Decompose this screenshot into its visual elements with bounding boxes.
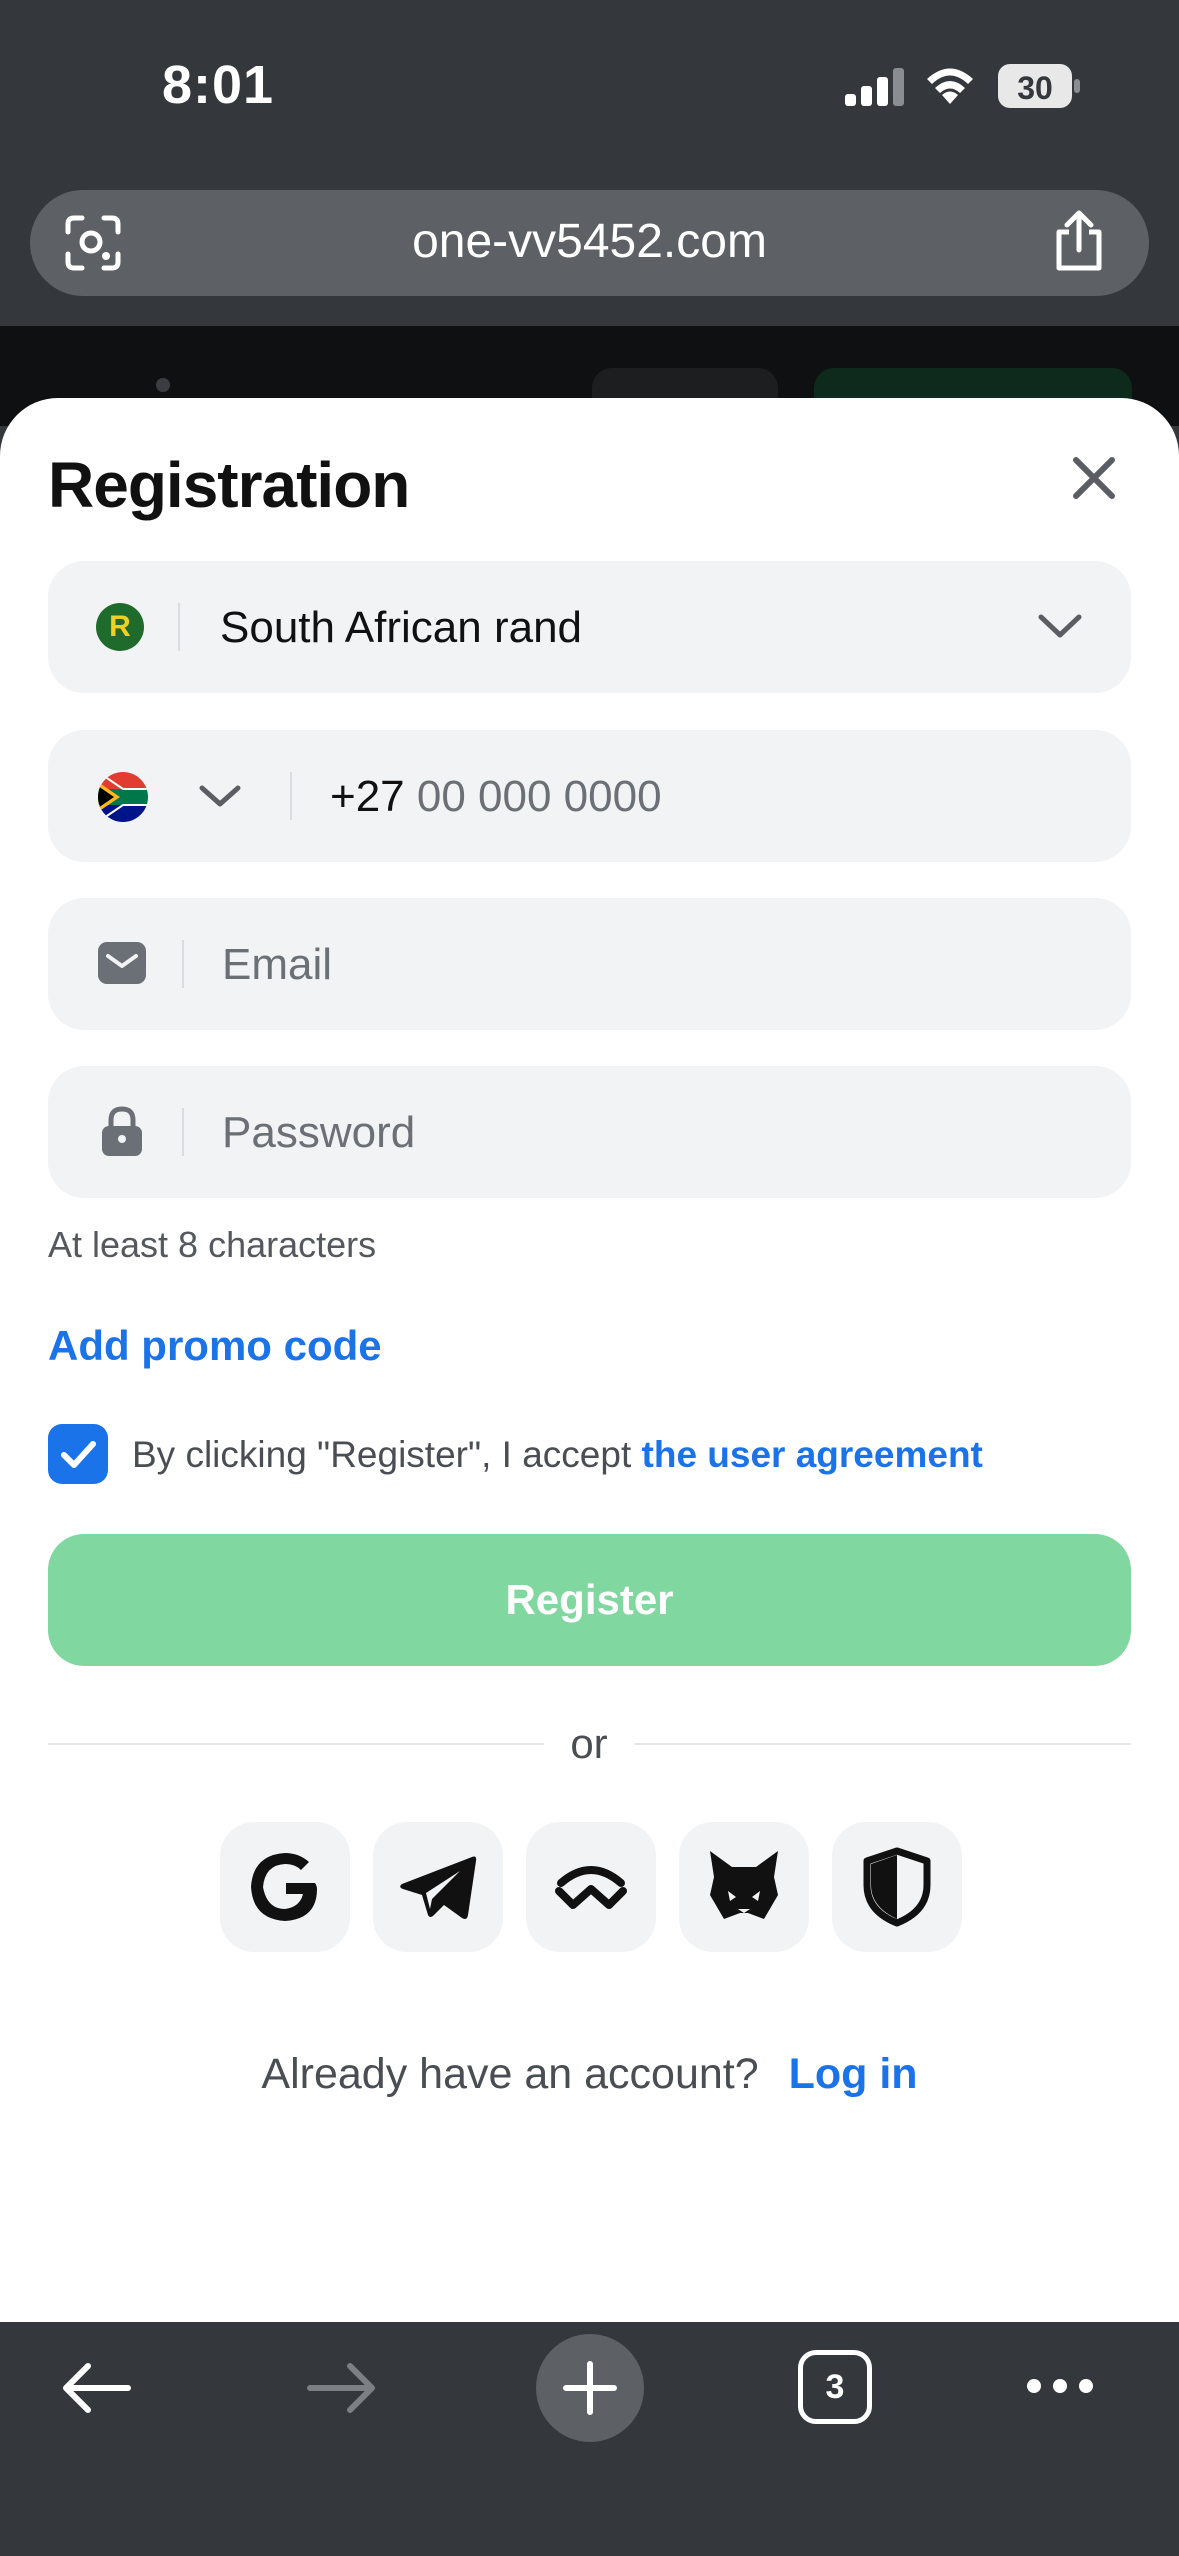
field-divider bbox=[178, 603, 180, 651]
phone-placeholder: 00 000 0000 bbox=[416, 772, 662, 821]
log-in-link[interactable]: Log in bbox=[789, 2050, 918, 2098]
status-bar: 8:01 30 bbox=[0, 0, 1179, 175]
url-text[interactable]: one-vv5452.com bbox=[30, 214, 1149, 269]
telegram-icon bbox=[400, 1856, 477, 1919]
register-button[interactable]: Register bbox=[48, 1534, 1131, 1666]
close-icon[interactable] bbox=[1064, 448, 1124, 508]
email-input[interactable]: Email bbox=[222, 940, 332, 990]
field-divider bbox=[182, 940, 184, 988]
registration-modal: Registration R South African rand +27 00… bbox=[0, 398, 1179, 2322]
lock-icon bbox=[102, 1106, 142, 1156]
add-promo-code-link[interactable]: Add promo code bbox=[48, 1322, 382, 1370]
or-divider-text: or bbox=[570, 1720, 608, 1767]
agreement-text: By clicking "Register", I accept the use… bbox=[132, 1434, 983, 1476]
background-dot bbox=[156, 378, 170, 392]
south-africa-flag-icon[interactable] bbox=[98, 772, 148, 822]
plus-icon bbox=[563, 2361, 617, 2415]
divider-line bbox=[48, 1743, 544, 1745]
google-icon bbox=[251, 1853, 317, 1921]
checkmark-icon bbox=[61, 1441, 96, 1468]
metamask-login-button[interactable] bbox=[679, 1822, 809, 1952]
phone-input[interactable]: +27 00 000 0000 bbox=[330, 772, 662, 822]
wifi-icon bbox=[927, 68, 973, 104]
mail-icon bbox=[98, 942, 146, 984]
password-hint: At least 8 characters bbox=[48, 1224, 377, 1265]
login-prompt: Already have an account? Log in bbox=[0, 2050, 1179, 2099]
metamask-icon bbox=[710, 1851, 778, 1919]
forward-arrow-icon[interactable] bbox=[304, 2358, 380, 2418]
modal-title: Registration bbox=[48, 449, 410, 521]
battery-icon: 30 bbox=[998, 64, 1080, 108]
tab-switcher-button[interactable]: 3 bbox=[798, 2350, 872, 2424]
field-divider bbox=[182, 1108, 184, 1156]
chevron-down-icon bbox=[1038, 614, 1082, 638]
new-tab-button[interactable] bbox=[536, 2334, 644, 2442]
walletconnect-icon bbox=[555, 1866, 627, 1909]
agreement-label: By clicking "Register", I accept bbox=[132, 1434, 632, 1475]
browser-toolbar: 3 bbox=[0, 2322, 1179, 2556]
telegram-login-button[interactable] bbox=[373, 1822, 503, 1952]
battery-level: 30 bbox=[1017, 70, 1053, 106]
user-agreement-link[interactable]: the user agreement bbox=[642, 1434, 983, 1475]
walletconnect-login-button[interactable] bbox=[526, 1822, 656, 1952]
shield-login-button[interactable] bbox=[832, 1822, 962, 1952]
agreement-checkbox[interactable] bbox=[48, 1424, 108, 1484]
google-login-button[interactable] bbox=[220, 1822, 350, 1952]
share-icon[interactable] bbox=[1051, 210, 1107, 272]
account-prompt-text: Already have an account? bbox=[261, 2050, 759, 2098]
phone-prefix: +27 bbox=[330, 772, 405, 821]
shield-icon bbox=[863, 1847, 931, 1927]
rand-currency-icon: R bbox=[96, 603, 144, 651]
cellular-signal-icon bbox=[845, 68, 904, 106]
divider-line bbox=[634, 1743, 1131, 1745]
currency-select[interactable]: R South African rand bbox=[48, 561, 1131, 693]
back-arrow-icon[interactable] bbox=[58, 2358, 134, 2418]
phone-field[interactable]: +27 00 000 0000 bbox=[48, 730, 1131, 862]
field-divider bbox=[290, 772, 292, 820]
chevron-down-icon[interactable] bbox=[198, 780, 242, 812]
currency-value: South African rand bbox=[220, 603, 583, 652]
password-input[interactable]: Password bbox=[222, 1108, 415, 1158]
email-field[interactable]: Email bbox=[48, 898, 1131, 1030]
address-bar[interactable]: one-vv5452.com bbox=[30, 190, 1149, 296]
password-field[interactable]: Password bbox=[48, 1066, 1131, 1198]
more-options-icon[interactable] bbox=[1024, 2374, 1096, 2398]
status-time: 8:01 bbox=[162, 55, 275, 115]
